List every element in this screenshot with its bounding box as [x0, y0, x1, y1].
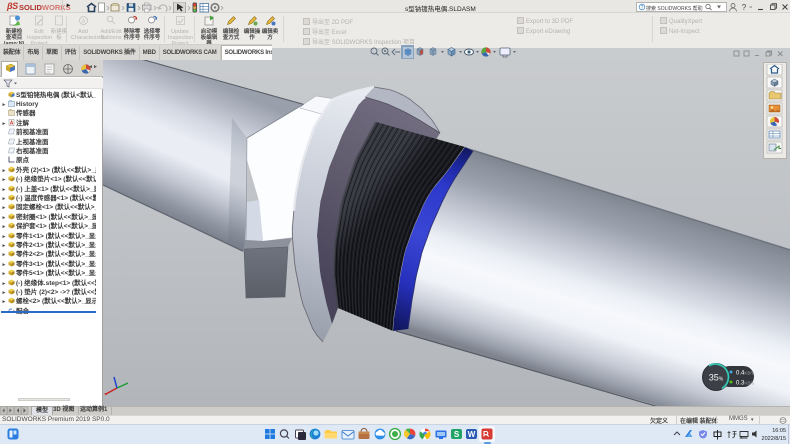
svg-text:?: ?	[641, 5, 644, 11]
svg-text:W: W	[468, 430, 476, 439]
svg-text:S: S	[454, 430, 460, 439]
svg-text:A: A	[81, 19, 85, 25]
svg-text:A: A	[10, 120, 14, 126]
svg-text:?: ?	[742, 3, 747, 12]
